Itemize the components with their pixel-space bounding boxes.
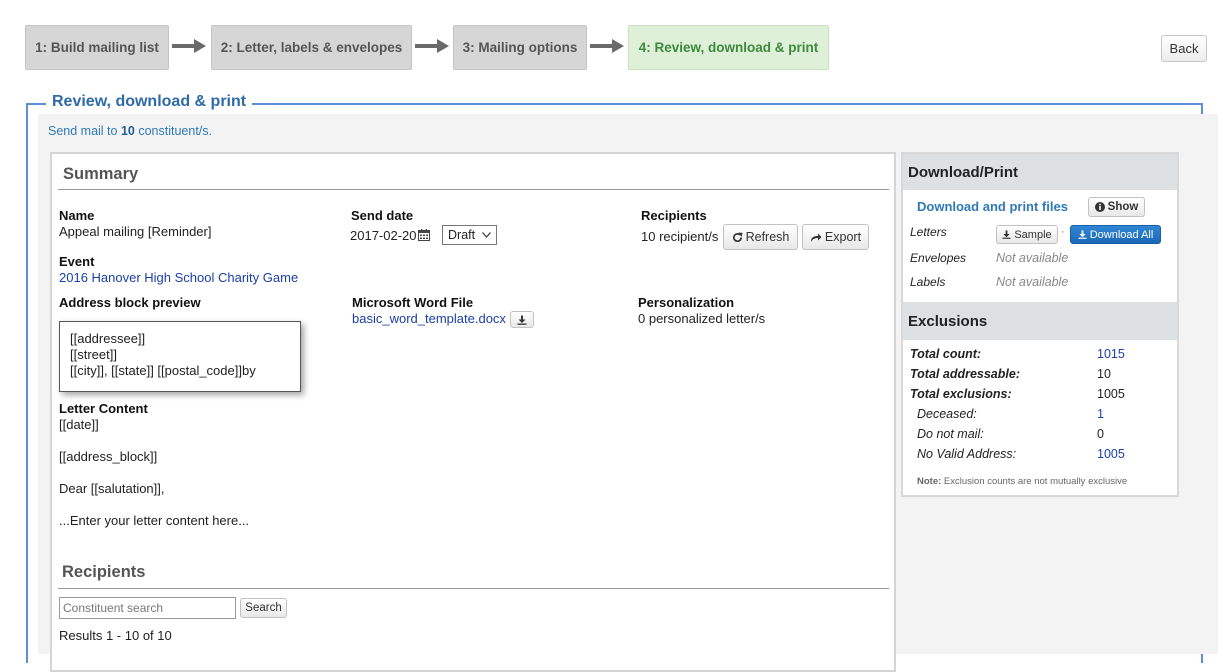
- letter-line: [[address_block]]: [59, 449, 158, 464]
- labels-status: Not available: [996, 275, 1069, 289]
- mailing-name: Appeal mailing [Reminder]: [59, 224, 212, 239]
- word-file-label: Microsoft Word File: [352, 295, 474, 310]
- letters-sample-button[interactable]: Sample: [996, 225, 1058, 244]
- exclusion-label-do-not-mail: Do not mail:: [917, 427, 984, 441]
- download-print-title: Download/Print: [903, 154, 1177, 190]
- page-title: Review, download & print: [46, 93, 253, 111]
- summary-title: Summary: [63, 165, 139, 183]
- info-icon: [1094, 202, 1105, 212]
- address-block-preview: [[addressee]] [[street]] [[city]], [[sta…: [59, 321, 301, 392]
- letter-line: ...Enter your letter content here...: [59, 513, 250, 528]
- wizard-step-letter-labels[interactable]: 2: Letter, labels & envelopes: [211, 25, 412, 70]
- exclusion-value-total-exclusions: 1005: [1097, 387, 1125, 401]
- constituent-search-input[interactable]: [59, 597, 236, 619]
- letter-content-label: Letter Content: [59, 401, 148, 416]
- status-select[interactable]: Draft: [442, 225, 497, 245]
- exclusion-value-total-addressable: 10: [1097, 367, 1111, 381]
- calendar-icon[interactable]: [418, 229, 430, 241]
- address-line: [[addressee]]: [70, 331, 146, 346]
- refresh-icon: [732, 231, 743, 242]
- arrow-right-icon: [415, 39, 449, 53]
- exclusion-value-deceased[interactable]: 1: [1097, 407, 1104, 421]
- download-word-button[interactable]: [510, 311, 534, 328]
- word-file-link[interactable]: basic_word_template.docx: [352, 311, 506, 326]
- share-icon: [810, 233, 822, 242]
- exclusion-label-deceased: Deceased:: [917, 407, 977, 421]
- download-print-files-link[interactable]: Download and print files: [917, 199, 1068, 214]
- export-button[interactable]: Export: [802, 224, 869, 250]
- recipients-label: Recipients: [641, 208, 707, 223]
- address-preview-label: Address block preview: [59, 295, 201, 310]
- results-count: Results 1 - 10 of 10: [59, 628, 172, 643]
- exclusion-label-total-exclusions: Total exclusions:: [910, 387, 1012, 401]
- exclusion-label-total-count: Total count:: [910, 347, 982, 361]
- wizard-step-review-active[interactable]: 4: Review, download & print: [628, 25, 829, 70]
- event-link[interactable]: 2016 Hanover High School Charity Game: [59, 270, 298, 285]
- search-button[interactable]: Search: [240, 598, 287, 618]
- recipients-count: 10 recipient/s: [641, 229, 719, 244]
- arrow-right-icon: [590, 39, 624, 53]
- exclusion-label-total-addressable: Total addressable:: [910, 367, 1020, 381]
- labels-label: Labels: [910, 275, 946, 289]
- personalization-count: 0 personalized letter/s: [638, 311, 766, 326]
- recipients-section-title: Recipients: [62, 563, 146, 581]
- separator: ·: [1061, 226, 1065, 238]
- letters-download-all-button[interactable]: Download All: [1070, 225, 1161, 244]
- send-mail-summary: Send mail to 10 constituent/s.: [48, 124, 212, 138]
- exclusion-note: Note: Exclusion counts are not mutually …: [917, 476, 1128, 487]
- download-icon: [1002, 230, 1011, 239]
- back-button[interactable]: Back: [1161, 35, 1207, 62]
- event-label: Event: [59, 254, 95, 269]
- download-icon: [1078, 230, 1087, 239]
- exclusion-label-no-valid-address: No Valid Address:: [917, 447, 1017, 461]
- status-selected-value: Draft: [448, 228, 476, 242]
- name-label: Name: [59, 208, 95, 223]
- exclusion-value-no-valid-address[interactable]: 1005: [1097, 447, 1125, 461]
- show-files-button[interactable]: Show: [1088, 197, 1145, 217]
- exclusions-title: Exclusions: [903, 302, 1177, 340]
- arrow-right-icon: [172, 39, 206, 53]
- chevron-down-icon: [482, 232, 491, 238]
- exclusion-value-total-count[interactable]: 1015: [1097, 347, 1125, 361]
- wizard-step-mailing-options[interactable]: 3: Mailing options: [453, 25, 587, 70]
- personalization-label: Personalization: [638, 295, 735, 310]
- letter-line: [[date]]: [59, 417, 99, 432]
- envelopes-status: Not available: [996, 251, 1069, 265]
- envelopes-label: Envelopes: [910, 251, 967, 265]
- refresh-button[interactable]: Refresh: [723, 224, 798, 250]
- wizard-step-build-list[interactable]: 1: Build mailing list: [25, 25, 169, 70]
- divider: [58, 588, 889, 589]
- divider: [58, 189, 889, 190]
- download-icon: [517, 315, 527, 325]
- exclusion-value-do-not-mail: 0: [1097, 427, 1104, 441]
- address-line: [[city]], [[state]] [[postal_code]]by: [70, 363, 256, 378]
- address-line: [[street]]: [70, 347, 117, 362]
- send-date-label: Send date: [351, 208, 414, 223]
- letters-label: Letters: [910, 225, 947, 239]
- constituent-count: 10: [120, 124, 135, 138]
- send-date-value: 2017-02-20: [350, 228, 417, 243]
- letter-line: Dear [[salutation]],: [59, 481, 165, 496]
